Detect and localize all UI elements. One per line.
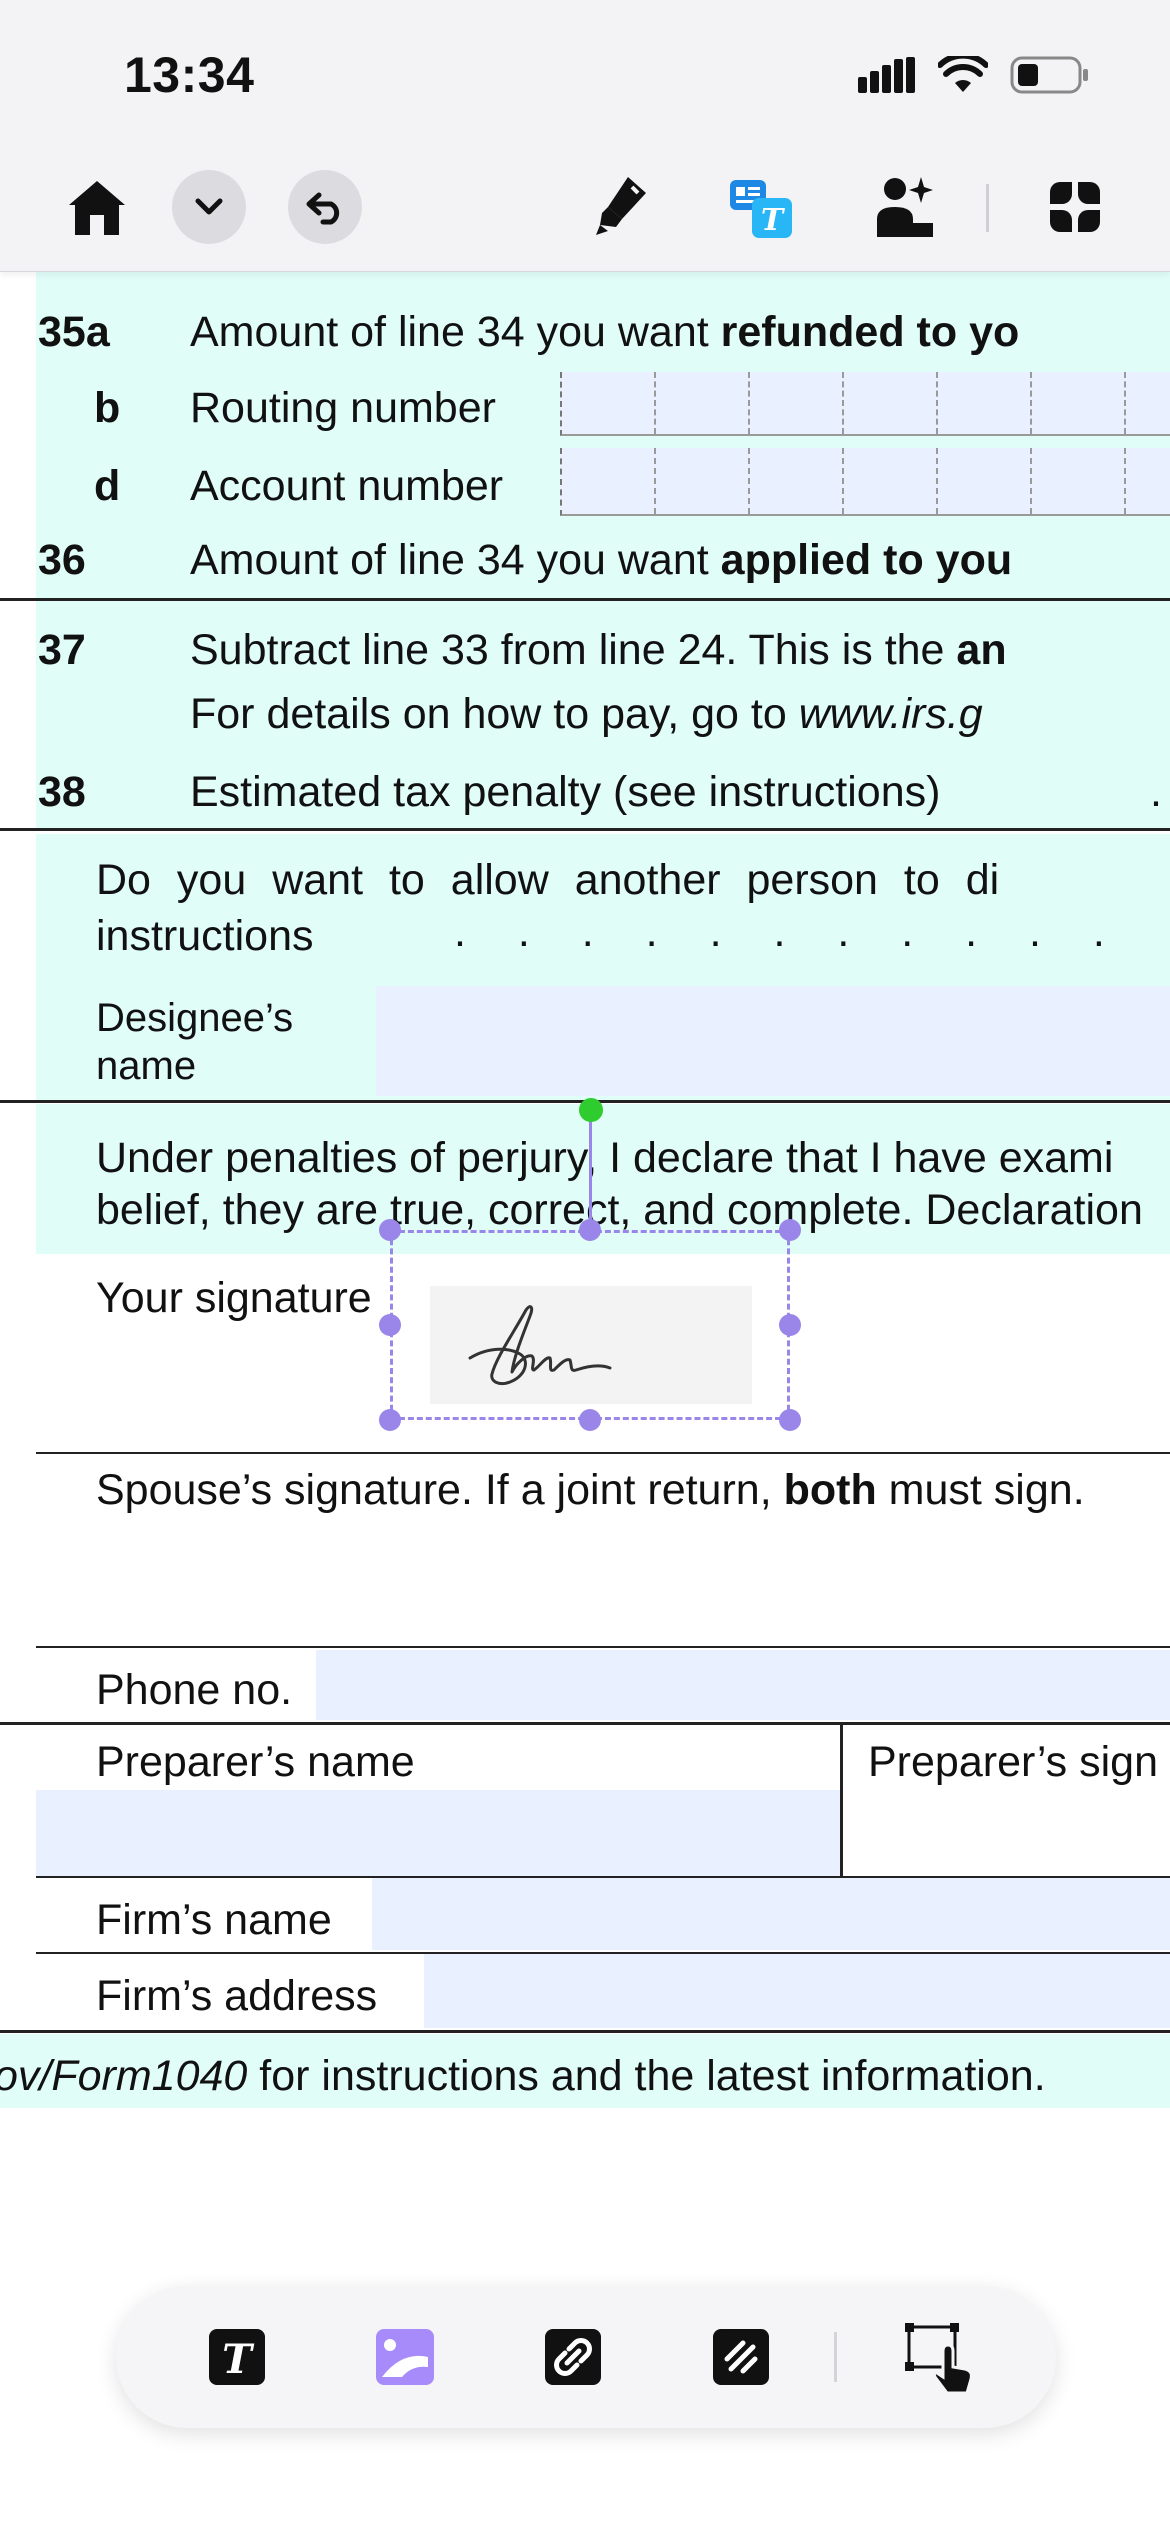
line-38-number: 38 [38,768,86,816]
resize-handle-bottom[interactable] [579,1409,601,1431]
account-number-label: Account number [190,462,504,510]
declaration-line-1: Under penalties of perjury, I declare th… [96,1134,1114,1182]
resize-handle-bottom-right[interactable] [779,1409,801,1431]
svg-text:T: T [761,203,786,238]
toolbar-divider [834,2332,837,2382]
line-37-details: For details on how to pay, go to www.irs… [190,690,983,738]
line-35a-text: Amount of line 34 you want refunded to y… [190,308,1020,356]
firm-address-field[interactable] [424,1954,1170,2028]
firm-name-field[interactable] [372,1878,1170,1950]
line-36-number: 36 [38,536,86,584]
third-party-question: Do you want to allow another person to d… [96,856,1000,904]
image-tool-button[interactable] [372,2324,438,2390]
line-38-leader-dots: . [1150,768,1162,816]
designee-label-1: Designee’s [96,996,294,1040]
chevron-down-icon [195,198,223,215]
ai-image-icon [877,177,933,237]
text-tool-button[interactable]: T [204,2324,270,2390]
rotate-handle[interactable] [579,1098,603,1122]
apps-button[interactable] [1036,168,1114,246]
resize-handle-top[interactable] [579,1219,601,1241]
status-time: 13:34 [124,47,255,103]
top-bar: 13:34 T [0,0,1170,272]
line-35d-number: d [94,462,121,510]
translate-icon: T [730,180,792,238]
declaration-line-2: belief, they are true, correct, and comp… [96,1186,1143,1234]
line-35b-number: b [94,384,121,432]
select-tool-button[interactable] [902,2320,980,2398]
phone-label: Phone no. [96,1666,293,1714]
signature-tool-icon [713,2329,769,2385]
toolbar-divider [986,184,989,232]
pdf-document-view[interactable]: 35a Amount of line 34 you want refunded … [0,272,1170,2112]
phone-field[interactable] [316,1650,1170,1720]
bottom-toolbar: T [116,2286,1056,2428]
resize-handle-top-right[interactable] [779,1219,801,1241]
cellular-signal-icon [858,57,915,93]
link-tool-button[interactable] [540,2324,606,2390]
firm-address-label: Firm’s address [96,1972,378,2020]
firm-name-label: Firm’s name [96,1896,332,1944]
footer-text: ov/Form1040 for instructions and the lat… [0,2052,1046,2100]
your-signature-label: Your signature [96,1274,372,1322]
svg-text:T: T [222,2336,255,2383]
dropdown-button[interactable] [172,170,246,244]
line-37-text: Subtract line 33 from line 24. This is t… [190,626,1007,674]
preparer-signature-label: Preparer’s sign [868,1738,1158,1786]
wifi-icon [938,56,988,92]
rotate-handle-stem [589,1114,592,1230]
divider [36,1646,1170,1648]
resize-handle-right[interactable] [779,1314,801,1336]
signature-selection-box[interactable] [390,1230,790,1420]
image-tool-icon [376,2329,434,2385]
preparer-name-label: Preparer’s name [96,1738,415,1786]
ai-image-button[interactable] [866,168,944,246]
signature-tool-button[interactable] [708,2324,774,2390]
home-button[interactable] [62,172,132,242]
divider [0,598,1170,601]
undo-button[interactable] [288,170,362,244]
highlighter-button[interactable] [584,168,660,244]
designee-label-2: name [96,1044,197,1088]
select-tap-icon [905,2323,973,2395]
link-tool-icon [545,2329,601,2385]
designee-name-field[interactable] [376,986,1170,1096]
resize-handle-bottom-left[interactable] [379,1409,401,1431]
divider [0,2030,1170,2033]
third-party-instructions: instructions [96,912,314,960]
vertical-divider [840,1724,843,1878]
battery-icon [1010,56,1088,94]
account-number-field[interactable] [560,448,1170,516]
line-36-text: Amount of line 34 you want applied to yo… [190,536,1013,584]
home-icon [69,181,125,235]
undo-icon [306,192,340,225]
divider [0,828,1170,831]
irs-link[interactable]: www.irs.g [799,690,983,738]
line-38-text: Estimated tax penalty (see instructions) [190,768,941,816]
third-party-leader-dots: . . . . . . . . . . . [454,908,1125,956]
spouse-signature-label: Spouse’s signature. If a joint return, b… [96,1466,1085,1514]
divider [36,1452,1170,1454]
line-37-number: 37 [38,626,86,674]
apps-grid-icon [1050,182,1100,232]
text-tool-icon: T [209,2329,265,2385]
preparer-name-field[interactable] [36,1790,840,1876]
routing-number-label: Routing number [190,384,496,432]
translate-button[interactable]: T [722,170,800,248]
line-35a-number: 35a [38,308,110,356]
resize-handle-top-left[interactable] [379,1219,401,1241]
routing-number-field[interactable] [560,372,1170,436]
highlighter-icon [596,177,646,235]
resize-handle-left[interactable] [379,1314,401,1336]
divider [0,1722,1170,1725]
status-icons [858,56,1090,94]
